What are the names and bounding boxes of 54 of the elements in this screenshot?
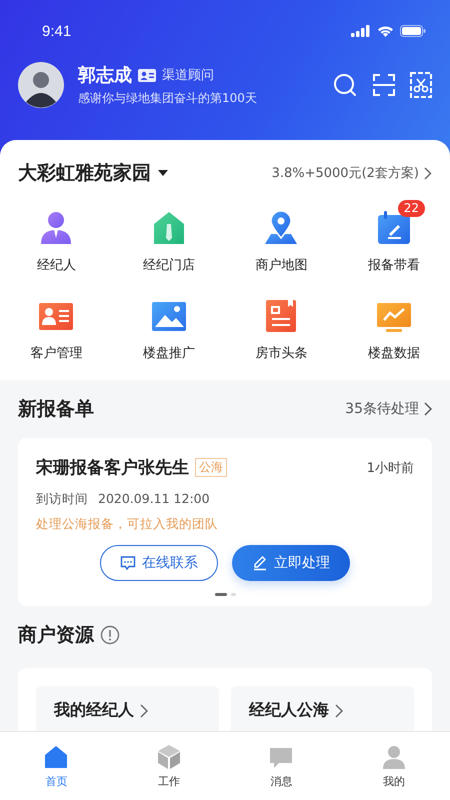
chevron-right-icon	[140, 704, 148, 718]
battery-icon	[400, 25, 426, 37]
contact-button[interactable]: 在线联系	[100, 545, 218, 581]
shortcut-item[interactable]: 楼盘数据	[338, 286, 450, 362]
person-icon	[380, 744, 407, 770]
pending-link[interactable]: 35条待处理	[345, 400, 432, 418]
cube-icon	[156, 744, 182, 770]
shortcut-item[interactable]: 经纪人	[0, 198, 112, 274]
public-pool-tag: 公海	[195, 458, 227, 477]
wifi-icon	[377, 25, 394, 37]
calendar-icon	[376, 210, 412, 246]
shortcut-item[interactable]: 客户管理	[0, 286, 112, 362]
chevron-right-icon	[335, 704, 343, 718]
resource-tile[interactable]: 经纪人公海	[231, 686, 414, 731]
map-pin-icon	[263, 210, 300, 246]
scan-icon[interactable]	[372, 73, 396, 97]
process-button[interactable]: 立即处理	[232, 545, 350, 581]
chat-icon	[120, 555, 136, 571]
chevron-right-icon	[424, 166, 432, 180]
visit-time: 2020.09.11 12:00	[98, 491, 210, 508]
status-time: 9:41	[42, 22, 72, 40]
shortcut-item[interactable]: 楼盘推广	[112, 286, 225, 362]
section-title: 新报备单	[18, 397, 94, 422]
id-badge-icon	[138, 68, 156, 82]
tab-item[interactable]: 我的	[338, 732, 450, 800]
shortcut-item[interactable]: 商户地图	[225, 198, 338, 274]
tab-item[interactable]: 消息	[225, 732, 338, 800]
house-icon	[43, 744, 70, 770]
shortcut-item[interactable]: 房市头条	[225, 286, 338, 362]
signal-icon	[351, 25, 371, 37]
search-icon[interactable]	[332, 72, 358, 98]
info-icon[interactable]	[100, 625, 120, 645]
resource-tile[interactable]: 我的经纪人	[36, 686, 219, 731]
report-note: 处理公海报备，可拉入我的团队	[36, 516, 219, 533]
chevron-right-icon	[424, 402, 432, 416]
avatar-icon[interactable]	[18, 62, 64, 108]
pencil-icon	[252, 555, 268, 571]
tab-item[interactable]: 首页	[0, 732, 112, 800]
user-role: 渠道顾问	[162, 67, 214, 84]
tab-item[interactable]: 工作	[112, 732, 225, 800]
visit-label: 到访时间	[36, 491, 88, 508]
report-time: 1小时前	[366, 460, 414, 476]
scissors-frame-icon[interactable]	[410, 72, 432, 98]
user-name: 郭志成	[78, 64, 132, 87]
shortcut-item[interactable]: 经纪门店	[112, 198, 225, 274]
section-title: 商户资源	[18, 623, 94, 648]
project-selector[interactable]: 大彩虹雅苑家园	[18, 160, 169, 186]
report-card[interactable]: 宋珊报备客户张先生 公海 1小时前 到访时间 2020.09.11 12:00 处理公海报备，可拉入我的团队 在线联系 立即处理	[18, 438, 432, 606]
shortcut-item[interactable]: 22 报备带看	[338, 198, 450, 274]
commission-link[interactable]: 3.8%+5000元(2套方案)	[272, 164, 432, 182]
count-badge: 22	[398, 200, 426, 217]
dropdown-caret-icon	[157, 169, 169, 177]
report-title: 宋珊报备客户张先生	[36, 457, 189, 479]
greeting-text: 感谢你与绿地集团奋斗的第100天	[78, 90, 258, 107]
